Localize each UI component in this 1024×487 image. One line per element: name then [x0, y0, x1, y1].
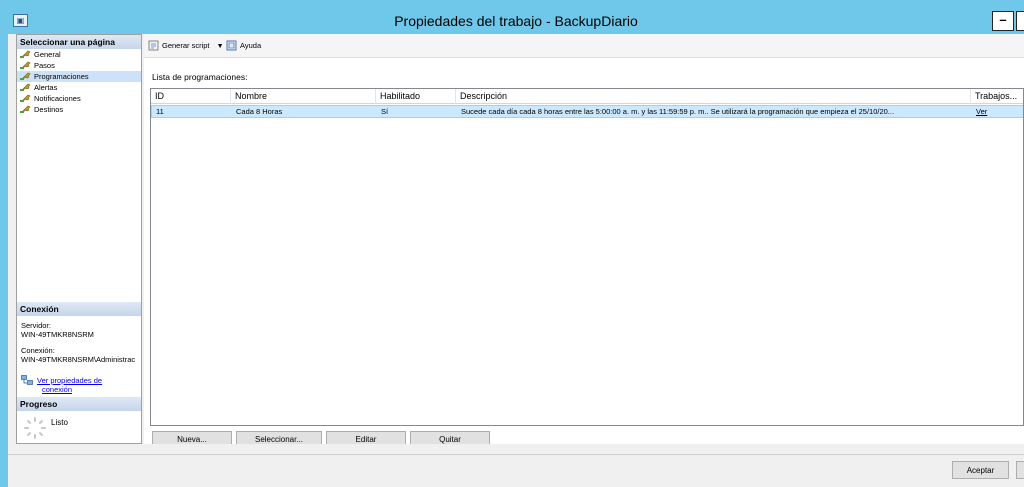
table-row[interactable]: 11 Cada 8 Horas Sí Sucede cada día cada … [151, 105, 1023, 118]
connection-label: Conexión: [21, 346, 55, 355]
connection-header: Conexión [17, 302, 141, 316]
title-bar[interactable]: ▣ Propiedades del trabajo - BackupDiario… [8, 8, 1024, 34]
jobs-view-link[interactable]: Ver [972, 106, 1022, 117]
wrench-icon [20, 72, 31, 81]
help-button[interactable]: Ayuda [226, 39, 261, 53]
sidebar-item-label: Alertas [34, 83, 58, 92]
sidebar-item-notificaciones[interactable]: Notificaciones [17, 93, 141, 104]
sidebar-item-general[interactable]: General [17, 49, 141, 60]
script-icon [148, 40, 159, 51]
right-pane: Generar script ▼ Ayuda Lista de programa… [144, 34, 1024, 448]
connection-value: WIN-49TMKR8NSRM\Administrac [21, 355, 136, 364]
help-label: Ayuda [240, 41, 262, 50]
cell-id: 11 [156, 107, 164, 116]
sidebar-item-label: General [34, 50, 61, 59]
left-pane: Seleccionar una página General Pasos Pro… [16, 34, 142, 444]
connection-properties-link-line2[interactable]: conexión [42, 385, 141, 394]
column-header-name[interactable]: Nombre [231, 89, 376, 104]
footer-divider [8, 454, 1024, 455]
sidebar-item-label: Destinos [34, 105, 64, 114]
connection-properties-icon [21, 375, 33, 385]
sidebar-item-destinos[interactable]: Destinos [17, 104, 141, 115]
cancel-button[interactable] [1016, 461, 1024, 479]
wrench-icon [20, 61, 31, 70]
sidebar-item-pasos[interactable]: Pasos [17, 60, 141, 71]
sidebar-item-programaciones[interactable]: Programaciones [17, 71, 141, 82]
schedule-list-label: Lista de programaciones: [152, 72, 248, 82]
dialog-footer [8, 444, 1024, 487]
cell-enabled: Sí [381, 107, 389, 116]
page-list: General Pasos Programaciones Alertas Not… [17, 49, 141, 115]
generate-script-label: Generar script [162, 41, 210, 50]
ok-button[interactable]: Aceptar [952, 461, 1009, 479]
maximize-button[interactable] [1016, 11, 1024, 31]
server-value: WIN-49TMKR8NSRM [21, 330, 94, 339]
column-header-id[interactable]: ID [151, 89, 231, 104]
cell-description: Sucede cada día cada 8 horas entre las 5… [461, 107, 895, 116]
wrench-icon [20, 83, 31, 92]
window-title: Propiedades del trabajo - BackupDiario [394, 13, 638, 29]
schedule-table: ID Nombre Habilitado Descripción Trabajo… [150, 88, 1024, 426]
wrench-icon [20, 50, 31, 59]
progress-header: Progreso [17, 397, 141, 411]
sidebar-item-label: Pasos [34, 61, 55, 70]
table-header: ID Nombre Habilitado Descripción Trabajo… [151, 89, 1023, 104]
column-header-enabled[interactable]: Habilitado [376, 89, 456, 104]
sidebar-item-label: Notificaciones [34, 94, 81, 103]
sidebar-item-label: Programaciones [34, 72, 89, 81]
progress-spinner-icon [24, 417, 46, 439]
minimize-button[interactable]: – [992, 11, 1014, 31]
connection-properties-link[interactable]: Ver propiedades de [37, 376, 141, 385]
select-page-header: Seleccionar una página [17, 35, 141, 49]
generate-script-button[interactable]: Generar script ▼ [148, 39, 224, 53]
toolbar: Generar script ▼ Ayuda [144, 34, 1024, 58]
wrench-icon [20, 105, 31, 114]
sidebar-item-alertas[interactable]: Alertas [17, 82, 141, 93]
chevron-down-icon[interactable]: ▼ [217, 43, 224, 50]
cell-name: Cada 8 Horas [236, 107, 283, 116]
wrench-icon [20, 94, 31, 103]
column-header-jobs[interactable]: Trabajos... [971, 89, 1023, 104]
server-label: Servidor: [21, 321, 52, 330]
help-icon [226, 40, 237, 51]
column-header-description[interactable]: Descripción [456, 89, 971, 104]
